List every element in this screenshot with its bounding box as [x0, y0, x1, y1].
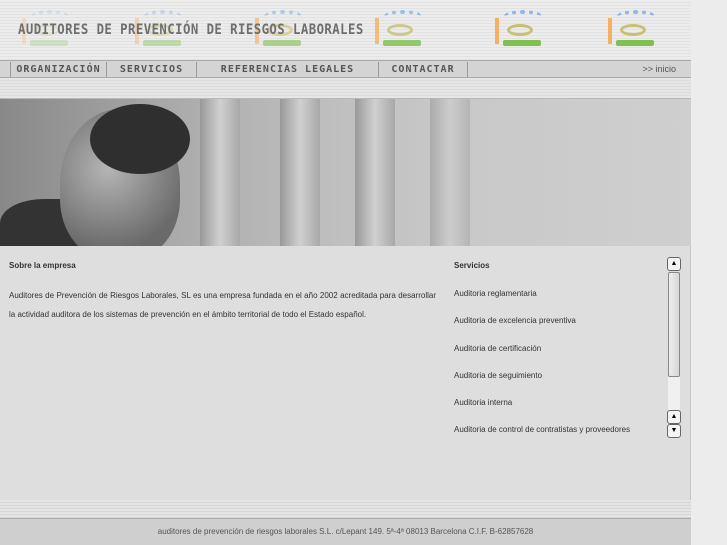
nav-referencias-legales[interactable]: REFERENCIAS LEGALES: [196, 62, 378, 77]
scroll-up-button[interactable]: ▲: [667, 257, 681, 271]
nav-organizacion[interactable]: ORGANIZACIÓN: [10, 62, 106, 77]
scroll-up-button[interactable]: ▲: [667, 410, 681, 424]
services-scrollbar[interactable]: ▲ ▲ ▼: [667, 257, 681, 438]
nav-contactar[interactable]: CONTACTAR: [378, 62, 468, 77]
service-link[interactable]: Auditoria de excelencia preventiva: [454, 316, 666, 343]
logo-icon: [608, 10, 658, 52]
inicio-link[interactable]: >> inicio: [642, 64, 676, 74]
service-link[interactable]: Auditoria interna: [454, 398, 666, 425]
about-section: Sobre la empresa Auditores de Prevención…: [9, 261, 436, 324]
page: AUDITORES DE PREVENCIÓN DE RIESGOS LABOR…: [0, 0, 691, 545]
service-link[interactable]: Auditoria de certificación: [454, 344, 666, 371]
about-text: Auditores de Prevención de Riesgos Labor…: [9, 291, 436, 319]
header: AUDITORES DE PREVENCIÓN DE RIESGOS LABOR…: [0, 0, 691, 60]
scroll-thumb[interactable]: [668, 272, 680, 377]
nav-servicios[interactable]: SERVICIOS: [106, 62, 196, 77]
service-link[interactable]: Auditoria de seguimiento: [454, 371, 666, 398]
services-title: Servicios: [454, 261, 490, 270]
footer-stripe: [0, 500, 691, 518]
about-title: Sobre la empresa: [9, 261, 76, 270]
header-band: [0, 78, 691, 99]
services-list: Servicios Auditoria reglamentaria Audito…: [454, 261, 666, 453]
site-title: AUDITORES DE PREVENCIÓN DE RIESGOS LABOR…: [18, 22, 364, 38]
logo-icon: [375, 10, 425, 52]
footer: auditores de prevención de riesgos labor…: [0, 518, 691, 545]
scroll-track[interactable]: [668, 377, 680, 410]
main-nav: ORGANIZACIÓN SERVICIOS REFERENCIAS LEGAL…: [0, 60, 691, 78]
service-link[interactable]: Auditoria reglamentaria: [454, 289, 666, 316]
service-link[interactable]: Auditoria de control de contratistas y p…: [454, 425, 666, 452]
logo-icon: [495, 10, 545, 52]
header-photo: [0, 99, 691, 246]
scroll-down-button[interactable]: ▼: [667, 424, 681, 438]
